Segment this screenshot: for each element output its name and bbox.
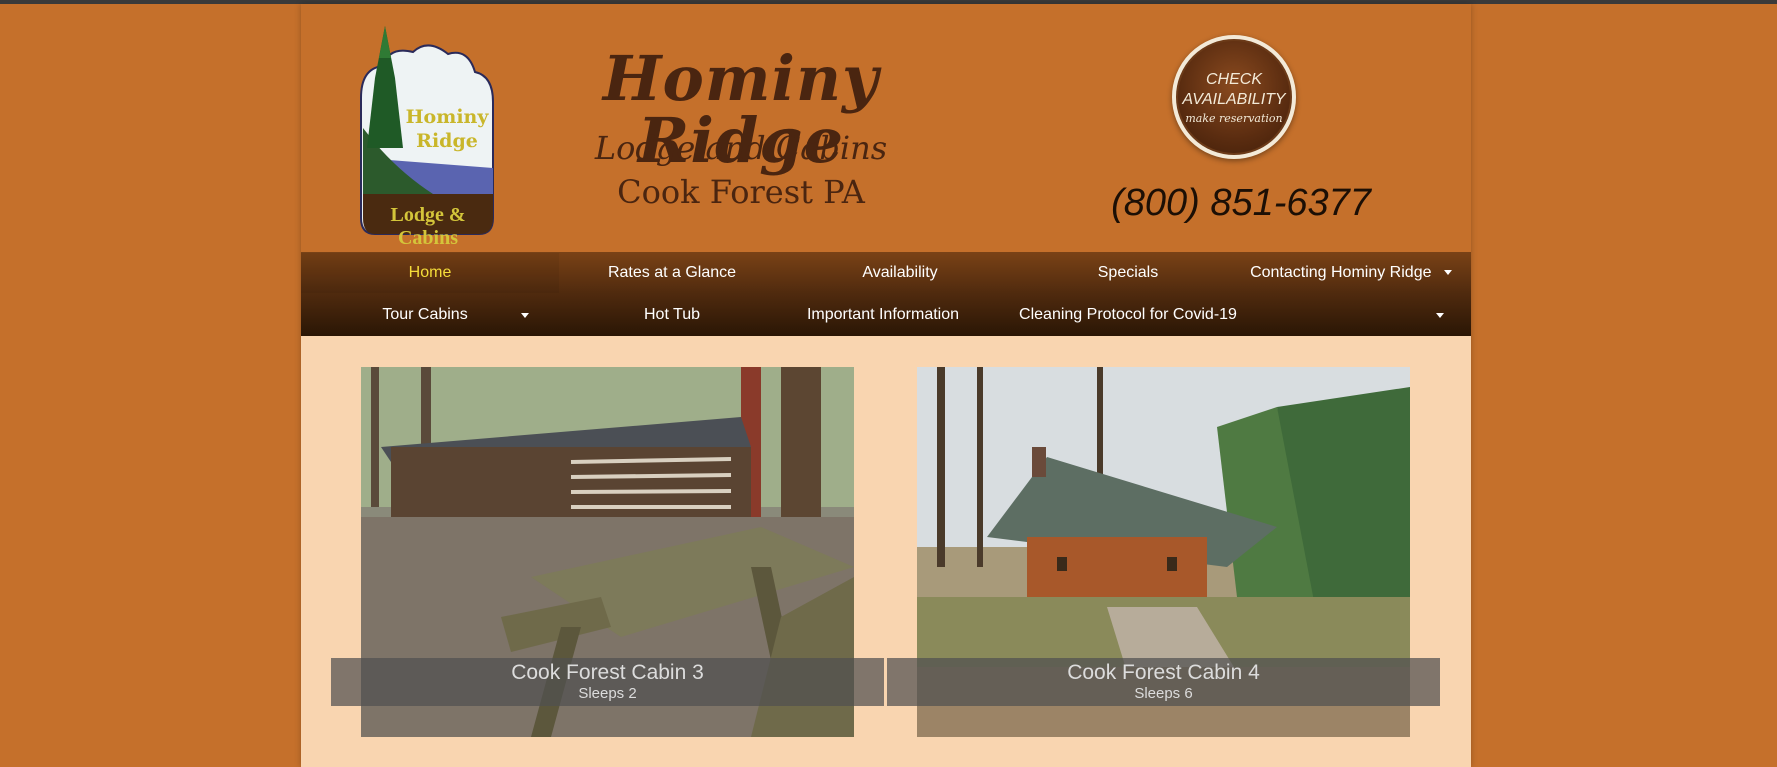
nav-rates-label: Rates at a Glance xyxy=(607,264,737,281)
nav-tour-cabins[interactable]: Tour Cabins xyxy=(301,295,549,335)
chevron-down-icon xyxy=(1436,313,1444,318)
nav-home-label: Home xyxy=(408,264,452,281)
nav-covid-protocol[interactable]: Cleaning Protocol for Covid-19 xyxy=(999,295,1257,335)
cabin-4-title: Cook Forest Cabin 4 xyxy=(1067,661,1260,684)
check-availability-button[interactable]: CHECK AVAILABILITY make reservation xyxy=(1172,35,1296,159)
nav-contacting[interactable]: Contacting Hominy Ridge xyxy=(1236,253,1466,293)
nav-availability[interactable]: Availability xyxy=(771,253,1029,293)
nav-hot-tub-label: Hot Tub xyxy=(643,306,701,323)
check-label: CHECK xyxy=(1205,70,1262,88)
availability-label: AVAILABILITY xyxy=(1182,90,1286,108)
cabin-3-title: Cook Forest Cabin 3 xyxy=(511,661,704,684)
chevron-down-icon xyxy=(521,313,529,318)
site-subtitle-location: Cook Forest PA xyxy=(617,173,865,211)
cabin-4-sleeps: Sleeps 6 xyxy=(1134,685,1193,702)
chevron-down-icon xyxy=(1443,270,1452,276)
cabin-4-caption[interactable]: Cook Forest Cabin 4 Sleeps 6 xyxy=(887,658,1440,706)
logo-text-hominy: Hominy xyxy=(405,106,489,128)
make-reservation-label: make reservation xyxy=(1185,111,1283,125)
nav-rates[interactable]: Rates at a Glance xyxy=(543,253,801,293)
nav-contacting-label: Contacting Hominy Ridge xyxy=(1250,264,1432,281)
logo-text-lodge: Lodge & Cabins xyxy=(390,204,466,249)
nav-specials-label: Specials xyxy=(1097,264,1159,281)
nav-specials[interactable]: Specials xyxy=(999,253,1257,293)
logo-text-ridge: Ridge xyxy=(416,130,478,152)
nav-home[interactable]: Home xyxy=(301,253,559,293)
site-subtitle-lodge: Lodge and Cabins xyxy=(594,129,888,167)
nav-covid-protocol-label: Cleaning Protocol for Covid-19 xyxy=(1019,306,1237,323)
phone-number[interactable]: (800) 851-6377 xyxy=(1111,182,1371,225)
nav-tour-cabins-label: Tour Cabins xyxy=(382,306,468,323)
main-nav: Home Rates at a Glance Availability Spec… xyxy=(301,252,1471,336)
cabin-3-sleeps: Sleeps 2 xyxy=(578,685,637,702)
page-container: Hominy Ridge Lodge & Cabins Hominy Ridge… xyxy=(301,4,1471,767)
nav-important-info[interactable]: Important Information xyxy=(763,295,1444,335)
cabin-3-caption[interactable]: Cook Forest Cabin 3 Sleeps 2 xyxy=(331,658,884,706)
nav-important-info-label: Important Information xyxy=(806,306,960,323)
site-logo[interactable]: Hominy Ridge Lodge & Cabins xyxy=(353,18,503,249)
content-area: Cook Forest Cabin 3 Sleeps 2 Cook Forest… xyxy=(301,336,1471,767)
nav-availability-label: Availability xyxy=(862,264,938,281)
